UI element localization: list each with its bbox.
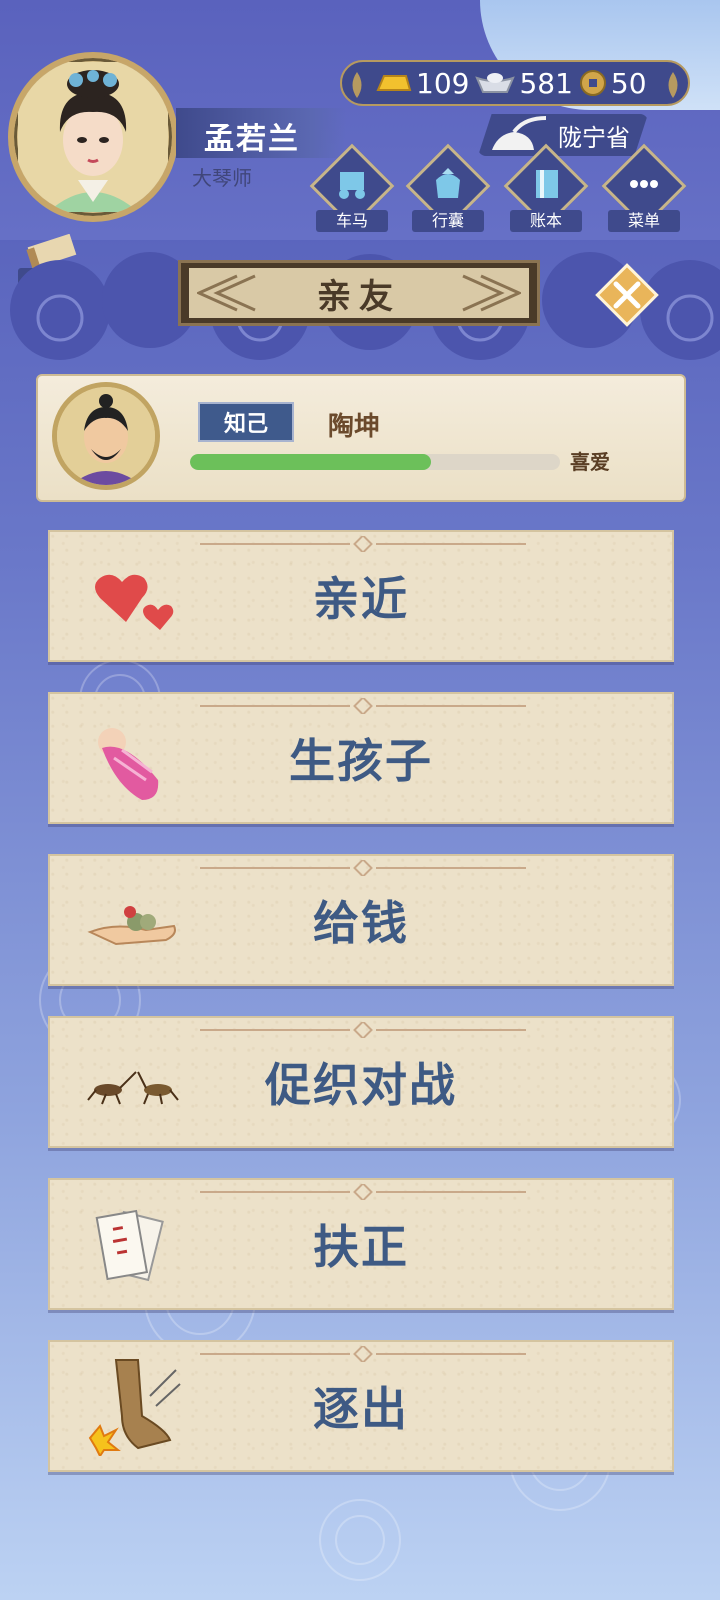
coin-currency: 50 [579,67,647,100]
affection-progress-fill [190,454,431,470]
lady-portrait-icon [18,62,168,212]
affection-progress-bar [190,454,560,470]
action-label: 促织对战 [265,1058,457,1112]
action-button-intimacy[interactable]: 亲近 [48,530,674,662]
action-button-give-money[interactable]: 给钱 [48,854,674,986]
currency-bar[interactable]: 109 581 50 [340,60,690,106]
silver-ingot-icon [475,73,516,93]
chevron-right-ornament-icon [462,274,521,312]
page-title: 亲友 [317,276,401,317]
action-label: 亲近 [313,572,409,626]
action-label: 扶正 [313,1220,409,1274]
bag-icon [436,168,460,198]
menu-label: 车马 [316,210,388,232]
man-portrait-icon [57,387,155,485]
relation-name: 陶坤 [328,412,381,442]
player-name: 孟若兰 [204,122,300,157]
silver-currency: 581 [475,66,573,100]
chevron-left-ornament-icon [197,274,256,312]
menu-bag-button[interactable]: 行囊 [405,143,491,236]
bamboo-leaf-icon [352,72,362,98]
action-button-promote[interactable]: 扶正 [48,1178,674,1310]
action-button-cricket-battle[interactable]: 促织对战 [48,1016,674,1148]
relation-status: 喜爱 [570,450,610,474]
action-button-have-child[interactable]: 生孩子 [48,692,674,824]
relation-tag: 知己 [198,402,294,442]
action-label: 生孩子 [289,734,433,788]
bamboo-leaf-icon [668,72,678,98]
menu-ledger-button[interactable]: 账本 [503,143,589,236]
gold-bar-icon [376,75,412,91]
close-icon[interactable] [594,262,660,328]
title-inner: 亲友 [189,268,529,318]
player-title: 大琴师 [192,166,252,190]
gold-currency: 109 [372,67,469,100]
player-avatar[interactable] [8,52,178,222]
menu-label: 账本 [510,210,582,232]
menu-carriage-button[interactable]: 车马 [309,143,395,236]
relation-avatar[interactable] [52,382,160,490]
action-label: 给钱 [313,896,409,950]
menu-label: 菜单 [608,210,680,232]
silver-amount: 581 [519,66,573,100]
page-title-banner: 亲友 [178,260,540,326]
more-icon [630,180,658,188]
menu-more-button[interactable]: 菜单 [601,143,687,236]
action-button-expel[interactable]: 逐出 [48,1340,674,1472]
copper-coin-icon [579,70,606,96]
ledger-icon [536,170,558,198]
province-name: 陇宁省 [558,123,630,152]
gold-amount: 109 [416,66,470,100]
menu-label: 行囊 [412,210,484,232]
action-label: 逐出 [313,1382,409,1436]
coin-amount: 50 [610,66,647,100]
carriage-icon [339,172,365,199]
top-menu: 车马 行囊 账本 菜单 [309,143,690,236]
